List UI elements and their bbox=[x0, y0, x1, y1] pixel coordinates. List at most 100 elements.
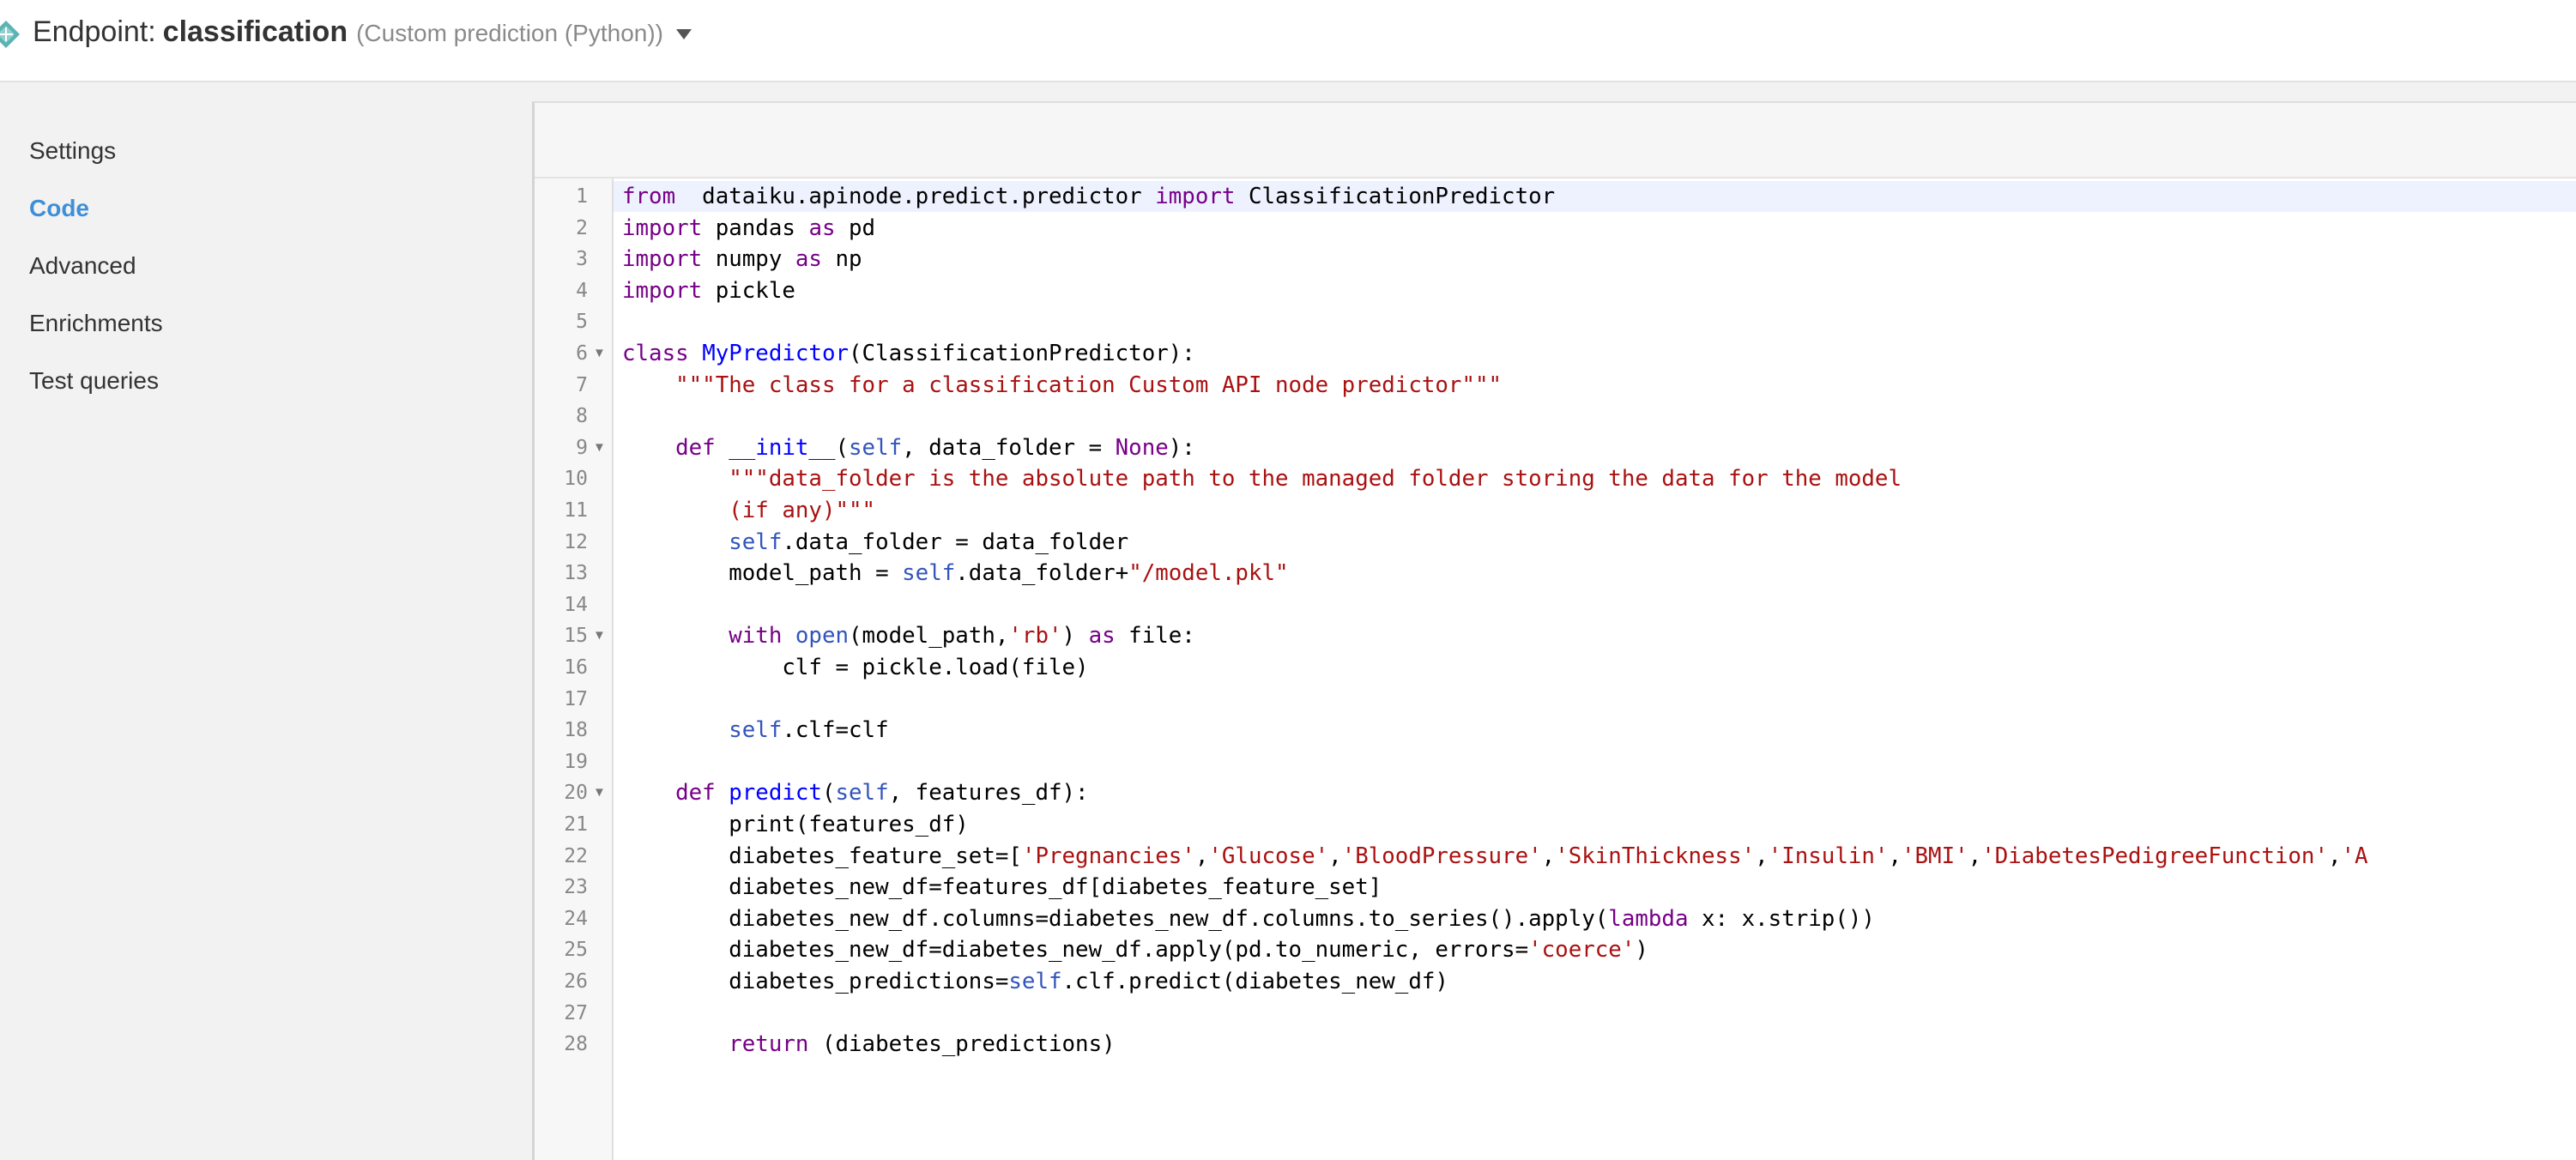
code-token: import bbox=[622, 277, 703, 304]
line-number: 14 bbox=[564, 593, 588, 616]
sidebar-item-code[interactable]: Code bbox=[29, 195, 89, 222]
sidebar-item-enrichments[interactable]: Enrichments bbox=[29, 310, 163, 337]
code-line[interactable] bbox=[614, 589, 2576, 620]
code-line[interactable]: class MyPredictor(ClassificationPredicto… bbox=[614, 338, 2576, 369]
code-line[interactable]: from dataiku.apinode.predict.predictor i… bbox=[614, 181, 2576, 212]
code-line[interactable]: (if any)""" bbox=[614, 495, 2576, 526]
code-token: lambda bbox=[1608, 905, 1689, 932]
code-token: ) bbox=[1635, 937, 1648, 964]
line-number: 17 bbox=[564, 687, 588, 710]
chevron-down-icon[interactable] bbox=[675, 28, 692, 40]
line-number: 8 bbox=[576, 405, 588, 428]
code-line[interactable]: with open(model_path,'rb') as file: bbox=[614, 620, 2576, 651]
code-token: pd bbox=[835, 214, 876, 241]
line-number: 7 bbox=[576, 373, 588, 396]
code-line-text: self.data_folder = data_folder bbox=[622, 527, 1128, 558]
code-token: 'BloodPressure' bbox=[1341, 843, 1542, 869]
code-line-text: """The class for a classification Custom… bbox=[622, 370, 1502, 401]
code-line[interactable] bbox=[614, 998, 2576, 1029]
code-editor[interactable]: from dataiku.apinode.predict.predictor i… bbox=[614, 178, 2576, 1160]
endpoint-name: classification bbox=[162, 15, 348, 48]
sidebar-item-advanced[interactable]: Advanced bbox=[29, 252, 136, 280]
code-line[interactable]: def __init__(self, data_folder = None): bbox=[614, 432, 2576, 463]
code-token: , data_folder = bbox=[902, 434, 1116, 461]
code-token: 'Insulin' bbox=[1768, 843, 1889, 869]
code-token: (model_path, bbox=[849, 623, 1009, 649]
code-line[interactable]: """data_folder is the absolute path to t… bbox=[614, 463, 2576, 494]
line-number: 15 bbox=[564, 625, 588, 648]
fold-toggle-icon[interactable]: ▼ bbox=[593, 432, 606, 463]
code-line[interactable]: import pickle bbox=[614, 275, 2576, 306]
code-token: class bbox=[622, 341, 689, 366]
line-number: 28 bbox=[564, 1033, 588, 1056]
code-line[interactable] bbox=[614, 306, 2576, 337]
code-line[interactable] bbox=[614, 401, 2576, 432]
code-token: MyPredictor bbox=[702, 341, 850, 366]
code-token: , features_df): bbox=[888, 780, 1089, 807]
code-token: diabetes_feature_set=[ bbox=[622, 843, 1022, 869]
code-token: .data_folder = data_folder bbox=[782, 529, 1129, 555]
code-token: , bbox=[2328, 843, 2342, 869]
endpoint-title: Endpoint: classification (Custom predict… bbox=[33, 15, 663, 55]
code-token: 'DiabetesPedigreeFunction' bbox=[1981, 843, 2328, 869]
code-token: (ClassificationPredictor): bbox=[849, 341, 1195, 366]
code-line[interactable]: diabetes_new_df=diabetes_new_df.apply(pd… bbox=[614, 934, 2576, 965]
code-line[interactable]: import pandas as pd bbox=[614, 213, 2576, 244]
code-line-text: import numpy as np bbox=[622, 244, 862, 275]
line-number: 10 bbox=[564, 468, 588, 491]
code-line[interactable]: diabetes_feature_set=['Pregnancies','Glu… bbox=[614, 841, 2576, 872]
code-token: None bbox=[1115, 434, 1169, 461]
code-line[interactable]: import numpy as np bbox=[614, 244, 2576, 275]
code-token: def bbox=[675, 434, 716, 461]
code-token: """data_folder is the absolute path to t… bbox=[729, 466, 1902, 492]
code-line[interactable]: diabetes_new_df=features_df[diabetes_fea… bbox=[614, 872, 2576, 903]
code-token: ( bbox=[821, 780, 836, 807]
fold-toggle-icon[interactable]: ▼ bbox=[593, 620, 606, 651]
code-token: np bbox=[821, 246, 862, 273]
code-line[interactable]: model_path = self.data_folder+"/model.pk… bbox=[614, 558, 2576, 589]
editor-toolbar bbox=[535, 103, 2576, 178]
code-token: 'Pregnancies' bbox=[1021, 843, 1195, 869]
code-token: as bbox=[795, 246, 822, 273]
code-line-text: diabetes_predictions=self.clf.predict(di… bbox=[622, 966, 1448, 997]
line-number: 2 bbox=[576, 216, 588, 239]
code-line-text: import pickle bbox=[622, 275, 795, 306]
code-token: "/model.pkl" bbox=[1128, 560, 1289, 587]
code-token: diabetes_new_df.columns=diabetes_new_df.… bbox=[622, 905, 1609, 932]
code-line[interactable]: """The class for a classification Custom… bbox=[614, 370, 2576, 401]
code-line[interactable]: clf = pickle.load(file) bbox=[614, 652, 2576, 683]
code-token: self bbox=[729, 717, 783, 744]
code-line[interactable]: diabetes_predictions=self.clf.predict(di… bbox=[614, 966, 2576, 997]
code-line[interactable] bbox=[614, 684, 2576, 715]
code-line[interactable]: print(features_df) bbox=[614, 809, 2576, 840]
code-line[interactable] bbox=[614, 746, 2576, 777]
code-token: """The class for a classification Custom… bbox=[675, 372, 1503, 398]
code-token: .data_folder+ bbox=[955, 560, 1129, 587]
sidebar-item-test-queries[interactable]: Test queries bbox=[29, 367, 159, 395]
code-line[interactable]: diabetes_new_df.columns=diabetes_new_df.… bbox=[614, 903, 2576, 934]
code-line[interactable]: return (diabetes_predictions) bbox=[614, 1029, 2576, 1060]
code-token: clf = pickle.load(file) bbox=[622, 655, 1089, 680]
code-line-text: (if any)""" bbox=[622, 495, 875, 526]
code-line[interactable]: self.clf=clf bbox=[614, 715, 2576, 746]
line-number: 6 bbox=[576, 342, 588, 365]
code-token: open bbox=[795, 623, 850, 649]
code-line[interactable]: self.data_folder = data_folder bbox=[614, 527, 2576, 558]
code-line[interactable]: def predict(self, features_df): bbox=[614, 777, 2576, 808]
line-number: 25 bbox=[564, 939, 588, 962]
fold-toggle-icon[interactable]: ▼ bbox=[593, 777, 606, 808]
code-line-text: """data_folder is the absolute path to t… bbox=[622, 463, 1902, 494]
code-token: .clf=clf bbox=[782, 717, 889, 744]
code-line-text: from dataiku.apinode.predict.predictor i… bbox=[622, 181, 1555, 212]
code-token: 'rb' bbox=[1008, 623, 1062, 649]
sidebar-item-settings[interactable]: Settings bbox=[29, 137, 116, 165]
line-number: 16 bbox=[564, 656, 588, 679]
code-token: diabetes_new_df=diabetes_new_df.apply(pd… bbox=[622, 937, 1529, 964]
fold-toggle-icon[interactable]: ▼ bbox=[593, 338, 606, 369]
line-number: 21 bbox=[564, 813, 588, 836]
